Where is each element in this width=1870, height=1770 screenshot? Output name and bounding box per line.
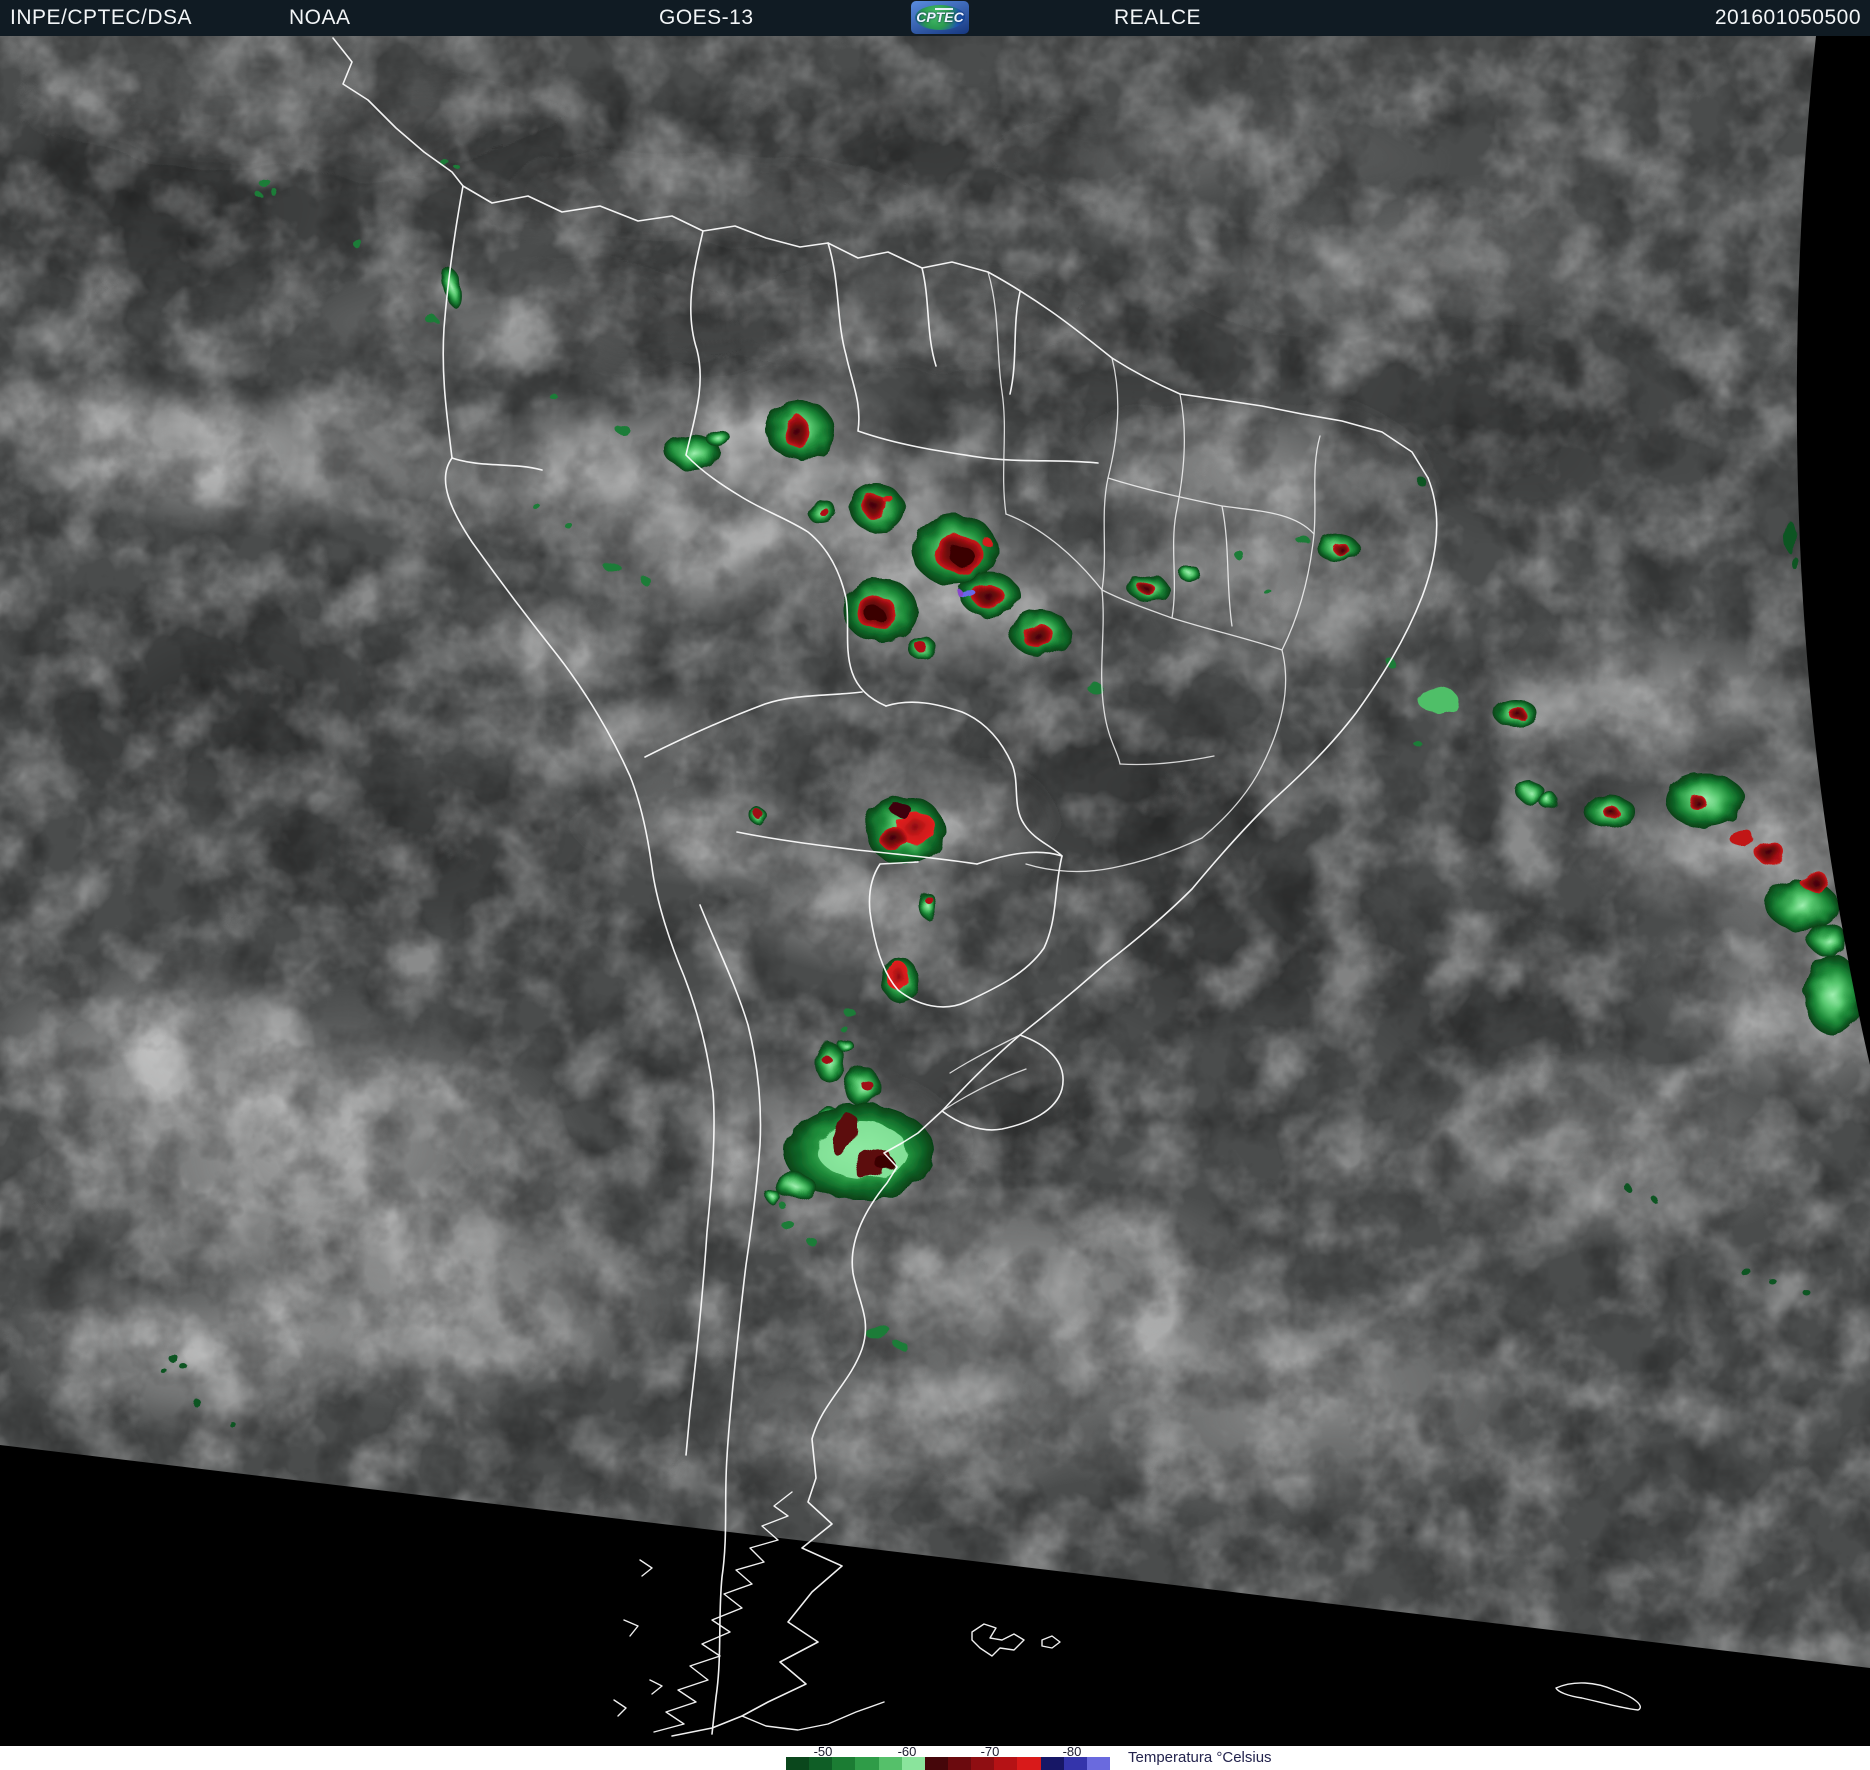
product-label: REALCE: [1114, 6, 1202, 29]
satellite-map: [0, 0, 1870, 1770]
agency-label: INPE/CPTEC/DSA: [10, 6, 193, 29]
scale-segment: [1017, 1757, 1041, 1770]
scale-segment: [855, 1757, 879, 1770]
logo-text: CPTEC: [916, 9, 964, 25]
screenshot-root: INPE/CPTEC/DSA NOAA GOES-13 CPTEC REALCE…: [0, 0, 1870, 1770]
scale-segment: [1040, 1757, 1064, 1770]
scale-segment: [878, 1757, 902, 1770]
scale-segment: [901, 1757, 925, 1770]
scale-segment: [1086, 1757, 1110, 1770]
scale-segment: [832, 1757, 856, 1770]
scale-title: Temperatura °Celsius: [1128, 1749, 1272, 1766]
scale-segment: [786, 1757, 810, 1770]
cptec-logo: CPTEC: [911, 1, 969, 34]
satellite-label: GOES-13: [659, 6, 754, 29]
scale-segment: [947, 1757, 972, 1770]
header-bar: INPE/CPTEC/DSA NOAA GOES-13 CPTEC REALCE…: [0, 0, 1870, 36]
scale-segment: [994, 1757, 1018, 1770]
operator-label: NOAA: [289, 6, 351, 29]
scale-segment: [971, 1757, 995, 1770]
scale-segment: [1063, 1757, 1087, 1770]
scale-segment: [809, 1757, 833, 1770]
timestamp-label: 201601050500: [1714, 6, 1861, 29]
scale-segment: [924, 1757, 948, 1770]
temperature-scale-bar: [786, 1757, 1110, 1770]
